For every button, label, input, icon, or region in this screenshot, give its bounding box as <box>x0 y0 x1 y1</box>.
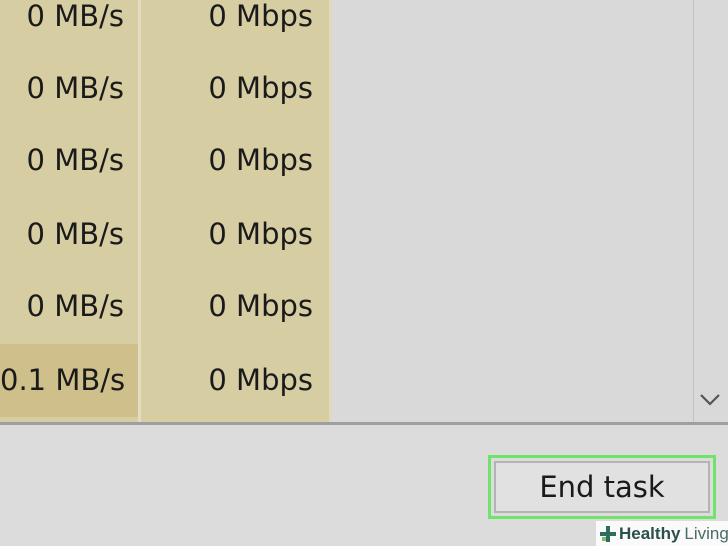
disk-cell: 0 MB/s <box>26 143 124 177</box>
table-row[interactable]: 0 MB/s 0 Mbps <box>0 52 329 125</box>
process-table: 0 MB/s 0 Mbps 0 MB/s 0 Mbps 0 MB/s 0 Mbp… <box>0 0 728 422</box>
network-cell: 0 Mbps <box>208 217 313 251</box>
table-row[interactable]: 0 MB/s 0 Mbps <box>0 198 329 271</box>
column-divider <box>329 0 332 422</box>
cross-logo-icon <box>599 525 617 543</box>
table-row[interactable]: 0 MB/s 0 Mbps <box>0 270 329 343</box>
vertical-scrollbar[interactable] <box>692 0 728 422</box>
task-manager-window: 0 MB/s 0 Mbps 0 MB/s 0 Mbps 0 MB/s 0 Mbp… <box>0 0 728 546</box>
table-row[interactable]: 0 MB/s 0 Mbps <box>0 124 329 197</box>
disk-cell: 0 MB/s <box>26 289 124 323</box>
disk-cell: 0 MB/s <box>26 217 124 251</box>
network-cell: 0 Mbps <box>208 71 313 105</box>
table-row[interactable]: 0 MB/s 0 Mbps <box>0 0 329 53</box>
network-cell: 0 Mbps <box>208 363 313 397</box>
disk-cell: 0 MB/s <box>26 71 124 105</box>
watermark-brand-light: Living <box>684 523 728 543</box>
watermark-brand-bold: Healthy <box>619 523 681 543</box>
scrollbar-track-edge <box>693 0 694 422</box>
network-cell: 0 Mbps <box>208 0 313 33</box>
network-cell: 0 Mbps <box>208 143 313 177</box>
watermark: Healthy Living <box>596 521 728 546</box>
disk-cell: 0.1 MB/s <box>0 344 138 417</box>
network-cell: 0 Mbps <box>208 289 313 323</box>
disk-cell: 0 MB/s <box>26 0 124 33</box>
table-row[interactable]: 0.1 MB/s 0 Mbps <box>0 344 329 417</box>
chevron-down-icon <box>700 394 720 406</box>
scroll-down-button[interactable] <box>694 384 726 416</box>
end-task-button[interactable]: End task <box>494 461 710 513</box>
